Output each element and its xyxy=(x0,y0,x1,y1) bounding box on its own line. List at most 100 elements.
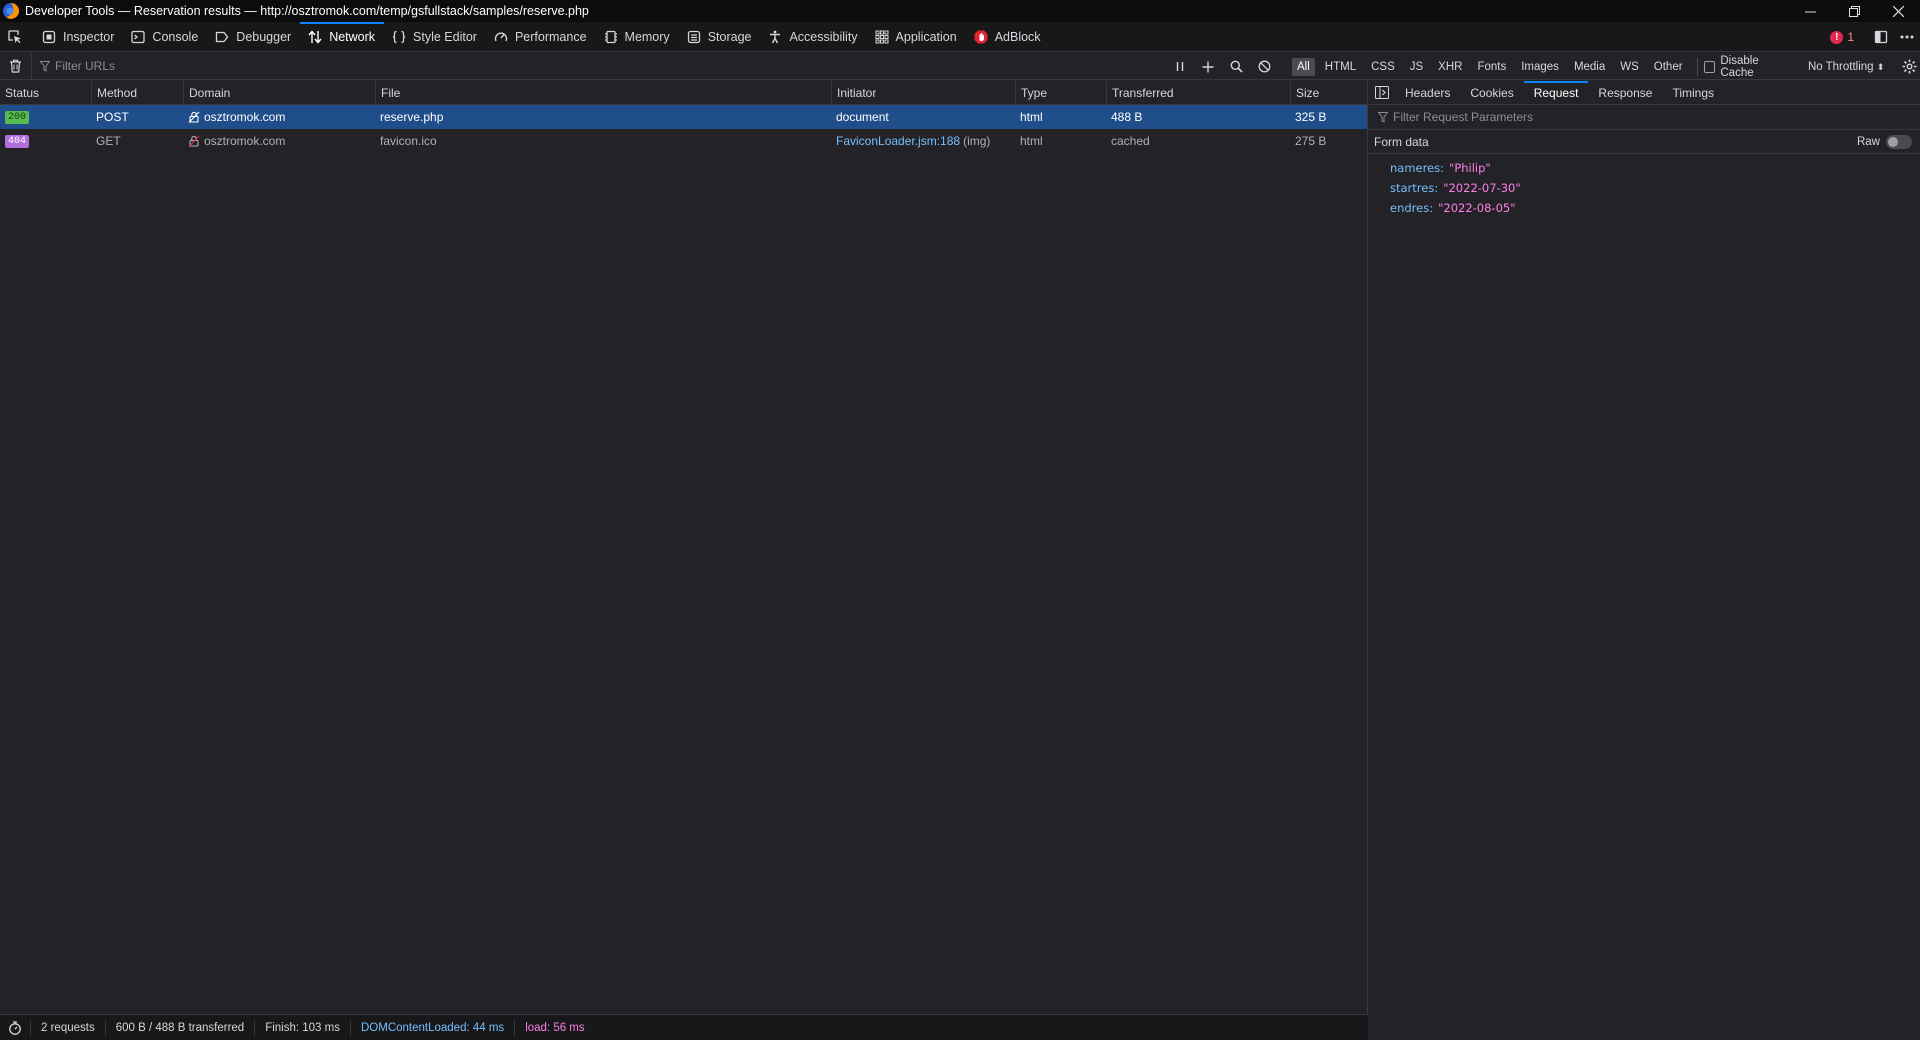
more-icon xyxy=(1900,35,1914,39)
storage-icon xyxy=(687,30,700,43)
throttling-select[interactable]: No Throttling ⬍ xyxy=(1808,61,1884,73)
param-row[interactable]: endres: "2022-08-05" xyxy=(1369,198,1920,218)
dock-icon xyxy=(1874,30,1888,44)
tab-style-editor[interactable]: Style Editor xyxy=(384,22,486,52)
tab-cookies[interactable]: Cookies xyxy=(1460,81,1523,105)
transferred-cell: 488 B xyxy=(1111,110,1143,124)
block-icon xyxy=(1258,60,1270,73)
filter-urls-input[interactable] xyxy=(55,59,655,73)
filter-xhr-button[interactable]: XHR xyxy=(1433,58,1467,76)
details-tabs: Headers Cookies Request Response Timings xyxy=(1369,80,1920,105)
tab-application[interactable]: Application xyxy=(867,22,966,52)
network-icon xyxy=(308,29,322,44)
tab-inspector[interactable]: Inspector xyxy=(34,22,123,52)
tab-storage-label: Storage xyxy=(707,29,752,44)
checkbox-icon xyxy=(1703,60,1716,73)
close-details-button[interactable] xyxy=(1369,81,1395,105)
filter-params-field[interactable] xyxy=(1369,105,1920,130)
param-row[interactable]: startres: "2022-07-30" xyxy=(1369,178,1920,198)
param-row[interactable]: nameres: "Philip" xyxy=(1369,158,1920,178)
filter-ws-button[interactable]: WS xyxy=(1615,58,1644,76)
clear-button[interactable] xyxy=(0,52,32,80)
disable-cache-label: Disable Cache xyxy=(1720,54,1759,79)
tab-timings[interactable]: Timings xyxy=(1662,81,1724,105)
performance-analysis-button[interactable] xyxy=(0,1019,31,1036)
requests-table: Status Method Domain File Initiator Type… xyxy=(0,81,1368,1014)
initiator-link[interactable]: FaviconLoader.jsm:188 xyxy=(836,134,960,148)
column-method[interactable]: Method xyxy=(91,81,183,105)
raw-label: Raw xyxy=(1856,136,1880,148)
minimize-button[interactable] xyxy=(1788,0,1832,22)
status-badge: 404 xyxy=(5,134,30,148)
search-button[interactable] xyxy=(1222,53,1250,80)
memory-icon xyxy=(604,30,617,43)
dock-toggle-button[interactable] xyxy=(1868,22,1894,52)
column-size[interactable]: Size xyxy=(1290,81,1368,105)
tab-memory[interactable]: Memory xyxy=(596,22,679,52)
disable-cache-checkbox[interactable]: Disable Cache xyxy=(1703,54,1794,79)
filter-fonts-button[interactable]: Fonts xyxy=(1472,58,1511,76)
pause-button[interactable] xyxy=(1166,53,1194,80)
form-data-section[interactable]: Form data Raw xyxy=(1369,130,1920,154)
tab-request[interactable]: Request xyxy=(1523,80,1589,105)
restore-button[interactable] xyxy=(1832,0,1876,22)
element-picker-button[interactable] xyxy=(0,22,30,52)
close-icon xyxy=(1892,5,1904,17)
tab-storage[interactable]: Storage xyxy=(679,22,761,52)
tab-performance[interactable]: Performance xyxy=(486,22,596,52)
form-params-list: nameres: "Philip" startres: "2022-07-30"… xyxy=(1369,154,1920,218)
form-data-title: Form data xyxy=(1374,134,1429,149)
request-type-filters: All HTML CSS JS XHR Fonts Images Media W… xyxy=(1292,53,1920,80)
filter-images-button[interactable]: Images xyxy=(1516,58,1564,76)
insecure-lock-icon xyxy=(188,111,200,123)
file-cell: reserve.php xyxy=(380,110,444,124)
plus-icon xyxy=(1202,61,1214,72)
filter-params-input[interactable] xyxy=(1393,110,1793,124)
filter-urls-field[interactable] xyxy=(40,59,1160,73)
transferred-cell: cached xyxy=(1111,134,1150,148)
column-transferred[interactable]: Transferred xyxy=(1106,81,1290,105)
table-row[interactable]: 200 POST osztromok.com reserve.php docum… xyxy=(0,105,1367,129)
size-cell: 325 B xyxy=(1295,110,1327,124)
tab-adblock[interactable]: AdBlock xyxy=(966,22,1050,52)
tab-console[interactable]: Console xyxy=(123,22,207,52)
column-status[interactable]: Status xyxy=(0,81,91,105)
more-options-button[interactable] xyxy=(1894,22,1920,52)
param-value: "2022-08-05" xyxy=(1438,201,1516,215)
raw-toggle[interactable]: Raw xyxy=(1857,130,1912,154)
column-file[interactable]: File xyxy=(375,81,831,105)
block-urls-button[interactable] xyxy=(1250,53,1278,80)
sidebar-toggle-icon xyxy=(1375,86,1389,99)
tab-inspector-label: Inspector xyxy=(63,29,115,44)
tab-headers[interactable]: Headers xyxy=(1395,81,1460,105)
filter-media-button[interactable]: Media xyxy=(1569,58,1610,76)
method-cell: GET xyxy=(96,134,121,148)
filter-js-button[interactable]: JS xyxy=(1405,58,1428,76)
column-initiator[interactable]: Initiator xyxy=(831,81,1015,105)
tab-network[interactable]: Network xyxy=(300,21,384,52)
column-domain[interactable]: Domain xyxy=(183,81,375,105)
param-key: nameres: xyxy=(1390,161,1445,175)
tab-response[interactable]: Response xyxy=(1588,81,1662,105)
param-key: startres: xyxy=(1390,181,1439,195)
style-editor-icon xyxy=(393,30,406,43)
element-picker-icon xyxy=(8,29,21,43)
filter-all-button[interactable]: All xyxy=(1292,57,1315,76)
error-count-badge[interactable]: ! 1 xyxy=(1830,30,1854,44)
method-cell: POST xyxy=(96,110,129,124)
tab-accessibility[interactable]: Accessibility xyxy=(760,22,866,52)
filter-other-button[interactable]: Other xyxy=(1649,58,1688,76)
tab-debugger[interactable]: Debugger xyxy=(207,22,300,52)
application-icon xyxy=(875,30,889,43)
filter-css-button[interactable]: CSS xyxy=(1366,58,1400,76)
column-type[interactable]: Type xyxy=(1015,81,1106,105)
firefox-logo-icon xyxy=(3,3,19,19)
network-settings-button[interactable] xyxy=(1898,59,1920,74)
filter-html-button[interactable]: HTML xyxy=(1320,58,1361,76)
table-row[interactable]: 404 GET osztromok.com favicon.ico Favico… xyxy=(0,129,1367,153)
domain-text: osztromok.com xyxy=(204,110,286,124)
initiator-cell: document xyxy=(836,110,889,124)
updown-chevron-icon: ⬍ xyxy=(1876,61,1885,72)
close-button[interactable] xyxy=(1876,0,1920,22)
add-request-button[interactable] xyxy=(1194,53,1222,80)
